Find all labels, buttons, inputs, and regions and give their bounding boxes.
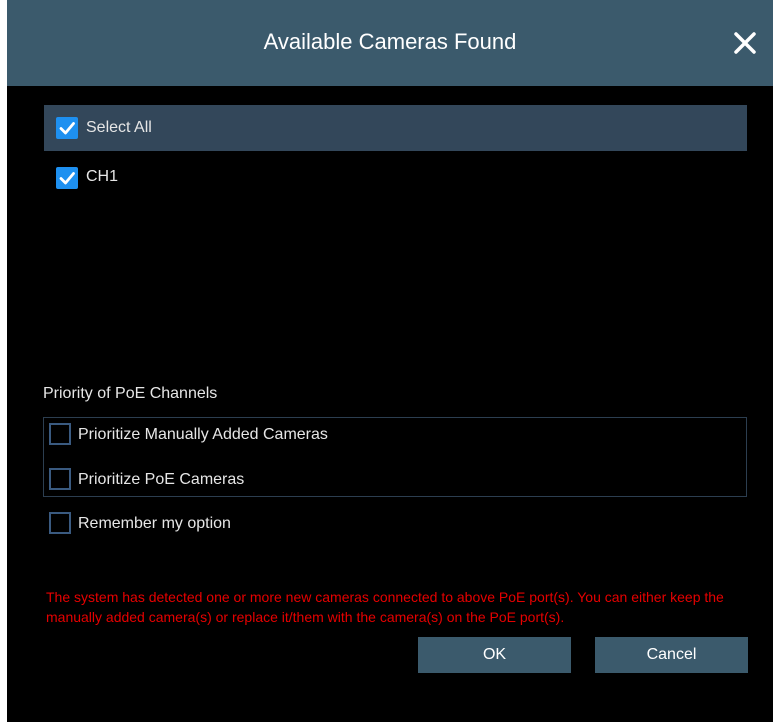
ok-button[interactable]: OK [418,637,571,673]
close-button[interactable] [727,25,763,61]
remember-option-checkbox[interactable] [49,512,71,534]
dialog-title: Available Cameras Found [263,29,517,54]
ch1-label: CH1 [86,168,119,185]
select-all-row[interactable]: Select All [44,105,747,151]
select-all-checkbox[interactable] [56,117,78,139]
prioritize-poe-label: Prioritize PoE Cameras [78,471,245,488]
cancel-button[interactable]: Cancel [595,637,748,673]
ch1-checkbox[interactable] [56,167,78,189]
prioritize-manual-checkbox[interactable] [49,423,71,445]
select-all-label: Select All [86,119,152,136]
remember-option-label: Remember my option [78,515,231,532]
poe-priority-heading: Priority of PoE Channels [43,385,218,402]
dialog-titlebar: Available Cameras Found [7,0,773,86]
close-icon [734,32,756,54]
checkmark-icon [59,172,75,185]
poe-warning-message: The system has detected one or more new … [46,589,724,625]
prioritize-manual-label: Prioritize Manually Added Cameras [78,426,328,443]
checkmark-icon [59,122,75,135]
prioritize-poe-checkbox[interactable] [49,468,71,490]
available-cameras-dialog: Available Cameras Found Select All CH1 P… [7,0,773,722]
channel-row-ch1[interactable]: CH1 [44,155,747,201]
